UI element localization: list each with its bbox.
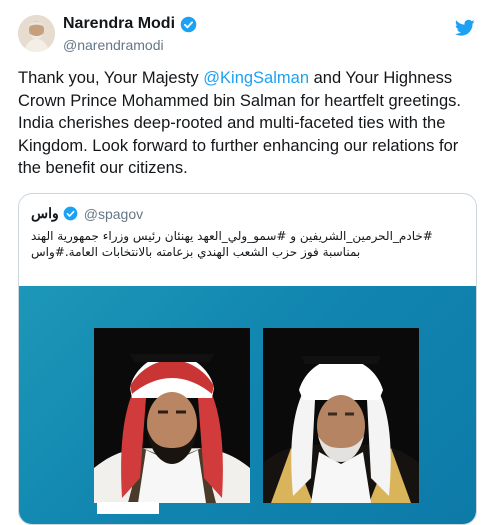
verified-badge-icon bbox=[63, 206, 78, 221]
tweet-text: Thank you, Your Majesty @KingSalman and … bbox=[18, 67, 478, 180]
author-row: Narendra Modi bbox=[63, 15, 197, 33]
tweet-text-start: Thank you, Your Majesty bbox=[18, 69, 204, 87]
quoted-author-name: واس bbox=[31, 205, 59, 221]
media-caption-bar bbox=[97, 502, 159, 514]
twitter-bird-icon[interactable] bbox=[455, 19, 475, 37]
author-handle[interactable]: @narendramodi bbox=[63, 37, 164, 53]
portrait-image bbox=[263, 328, 419, 503]
avatar-image bbox=[18, 15, 55, 52]
verified-badge-icon bbox=[180, 16, 197, 32]
portrait-photo-crown-prince bbox=[94, 328, 250, 503]
quoted-author-row: واس @spagov bbox=[31, 205, 143, 222]
quoted-author-handle: @spagov bbox=[83, 205, 144, 222]
portrait-photo-king bbox=[263, 328, 419, 503]
mention-link[interactable]: @KingSalman bbox=[203, 69, 309, 87]
avatar[interactable] bbox=[18, 15, 55, 52]
quoted-tweet-text: #خادم_الحرمين_الشريفين و #سمو_ولي_العهد … bbox=[31, 229, 433, 259]
quoted-media[interactable] bbox=[19, 286, 476, 524]
portrait-image bbox=[94, 328, 250, 503]
quoted-tweet[interactable]: واس @spagov #خادم_الحرمين_الشريفين و #سم… bbox=[18, 193, 477, 525]
author-name[interactable]: Narendra Modi bbox=[63, 15, 175, 33]
